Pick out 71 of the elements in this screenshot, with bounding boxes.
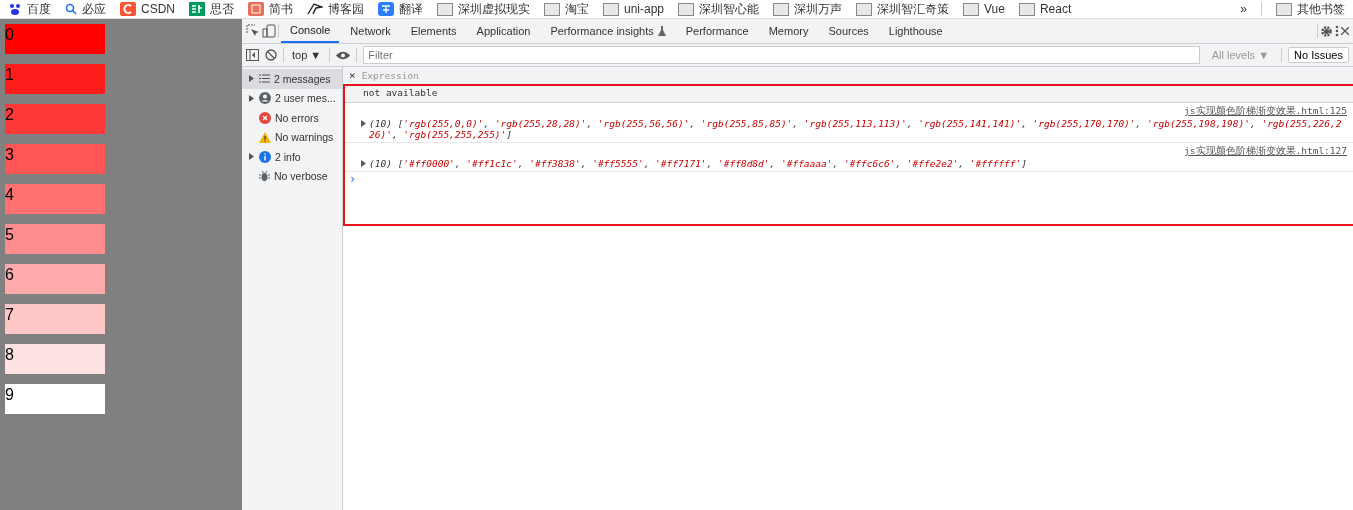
bookmark-link[interactable]: 博客园 — [328, 0, 364, 18]
user-icon — [259, 92, 271, 105]
bookmark-link[interactable]: 深圳智汇奇策 — [877, 0, 950, 18]
devtools-tab[interactable]: Elements — [401, 19, 466, 43]
source-link[interactable]: js实现颜色阶梯渐变效果.html:127 — [1184, 145, 1347, 156]
bookmark-link[interactable]: Vue — [984, 2, 1005, 16]
sidebar-item[interactable]: 2 info — [242, 147, 342, 167]
bookmark-link[interactable]: uni-app — [624, 2, 665, 16]
sidebar-item[interactable]: No verbose — [242, 166, 342, 186]
source-link[interactable]: js实现颜色阶梯渐变效果.html:125 — [1184, 105, 1347, 116]
bookmark-link[interactable]: React — [1039, 2, 1072, 16]
error-icon — [259, 111, 271, 124]
console-prompt[interactable]: › — [349, 172, 357, 186]
more-bookmarks-button[interactable]: » — [1240, 2, 1247, 16]
bookmark-link[interactable]: 其他书签 — [1297, 0, 1345, 18]
devtools-tab[interactable]: Application — [467, 19, 540, 43]
console-message: (10) ['rgb(255,0,0)', 'rgb(255,28,28)', 'rgb(255,56,56)', 'rgb(255,85,85)', 'rgb(255,113,113)', 'rgb(255,141,141)', 'rgb(255,170,170)', 'rgb(255,198,198)', 'rgb(255,226,226)', 'rgb(255,255,255)'] — [369, 118, 1343, 140]
sidebar-item[interactable]: 2 messages — [242, 69, 342, 89]
color-swatch: 0 — [5, 24, 105, 54]
color-swatch: 5 — [5, 224, 105, 254]
bookmark-link[interactable]: 翻译 — [399, 0, 423, 18]
devtools-tab[interactable]: Performance insights — [541, 19, 675, 43]
sidebar-item[interactable]: No errors — [242, 108, 342, 128]
bird-logo-icon — [307, 2, 323, 16]
warning-icon — [259, 131, 271, 143]
color-swatch: 2 — [5, 104, 105, 134]
more-icon[interactable] — [1335, 25, 1339, 37]
expression-value: not available — [363, 87, 438, 98]
info-icon — [259, 150, 271, 163]
color-swatch: 8 — [5, 344, 105, 374]
bookmark-link[interactable]: 思否 — [210, 0, 234, 18]
sidebar-toggle-icon[interactable] — [246, 49, 259, 61]
console-message: (10) ['#ff0000', '#ff1c1c', '#ff3838', '#ff5555', '#ff7171', '#ff8d8d', '#ffaaaa', '#ffc6c6', '#ffe2e2', '#ffffff'] — [369, 158, 1027, 169]
bookmark-link[interactable]: 必应 — [82, 0, 106, 18]
close-icon[interactable] — [1341, 27, 1349, 35]
list-icon — [259, 74, 270, 84]
devtools-tab[interactable]: Performance — [676, 19, 758, 43]
context-dropdown[interactable]: top ▼ — [290, 49, 324, 61]
search-icon — [65, 3, 77, 15]
color-swatch: 9 — [5, 384, 105, 414]
bookmark-link[interactable]: 深圳虚拟现实 — [458, 0, 530, 18]
bookmark-link[interactable]: CSDN — [141, 2, 175, 16]
clear-icon[interactable] — [265, 49, 277, 61]
settings-icon[interactable] — [1320, 24, 1333, 38]
bookmark-link[interactable]: 简书 — [269, 0, 293, 18]
devtools-tab[interactable]: Lighthouse — [879, 19, 952, 43]
paw-icon — [8, 2, 22, 16]
devtools-tab[interactable]: Sources — [819, 19, 878, 43]
bug-icon — [259, 170, 270, 183]
bookmark-link[interactable]: 淘宝 — [565, 0, 589, 18]
devtools-tab[interactable]: Network — [341, 19, 400, 43]
color-swatch: 6 — [5, 264, 105, 294]
issues-button[interactable]: No Issues — [1288, 47, 1349, 63]
close-expression-button[interactable]: × — [343, 67, 356, 83]
sidebar-item[interactable]: No warnings — [242, 127, 342, 147]
inspect-icon[interactable] — [246, 24, 260, 38]
expand-icon[interactable] — [361, 160, 366, 167]
color-swatch: 4 — [5, 184, 105, 214]
color-swatch: 3 — [5, 144, 105, 174]
bookmark-link[interactable]: 深圳智心能 — [699, 0, 760, 18]
eye-icon[interactable] — [336, 50, 351, 60]
sidebar-item[interactable]: 2 user mes... — [242, 88, 342, 108]
bookmark-link[interactable]: 百度 — [27, 0, 51, 18]
color-swatch: 1 — [5, 64, 105, 94]
devtools-tab[interactable]: Memory — [759, 19, 818, 43]
expand-icon[interactable] — [361, 120, 366, 127]
bookmark-link[interactable]: 深圳万声 — [794, 0, 843, 18]
color-swatch: 7 — [5, 304, 105, 334]
filter-field[interactable]: Filter — [363, 46, 1200, 64]
device-icon[interactable] — [262, 24, 276, 38]
expression-field[interactable]: Expression — [355, 67, 1353, 83]
